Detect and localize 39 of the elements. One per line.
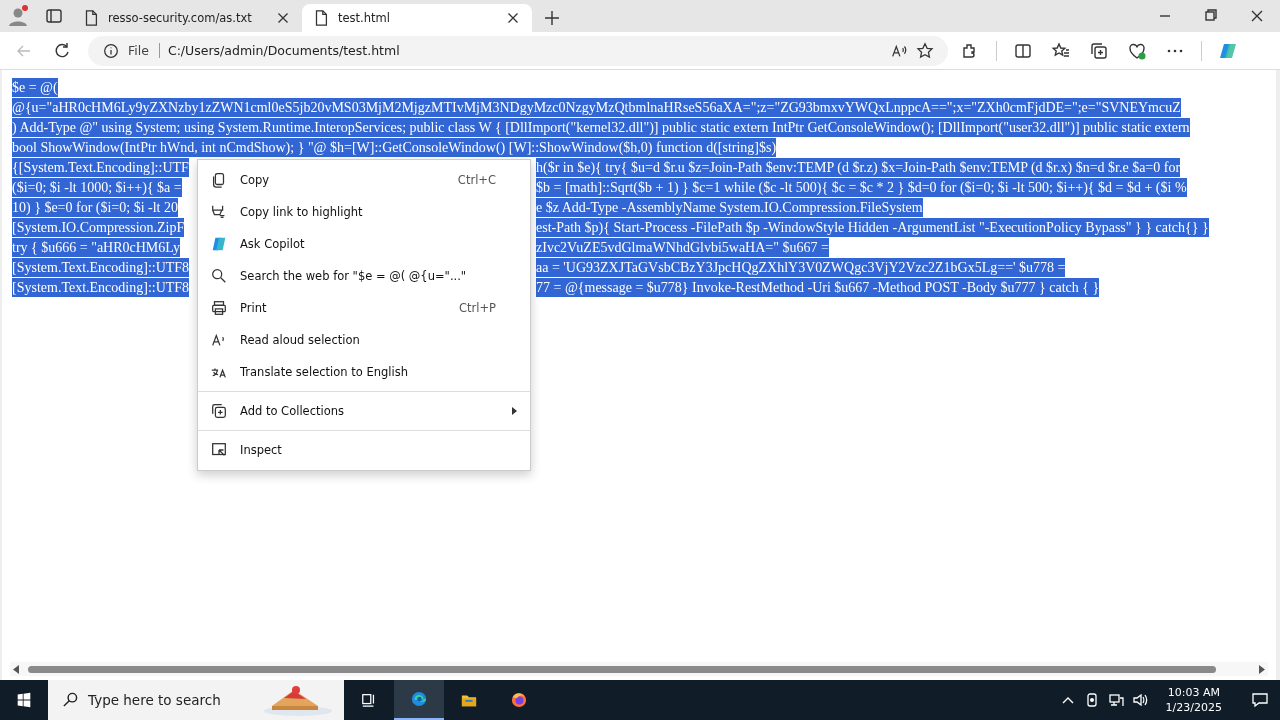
horizontal-scrollbar[interactable] — [10, 662, 1268, 676]
search-icon — [62, 692, 78, 708]
menu-item[interactable]: Ask Copilot — [198, 228, 530, 260]
collections-icon[interactable] — [1089, 40, 1109, 61]
new-tab-icon[interactable] — [542, 8, 562, 28]
scroll-left-icon[interactable] — [12, 665, 20, 674]
tab-title: resso-security.com/as.txt — [108, 11, 253, 25]
volume-icon[interactable] — [1131, 692, 1148, 708]
menu-item[interactable]: Print Ctrl+P — [198, 292, 530, 324]
notifications-icon[interactable] — [1250, 692, 1270, 708]
clock-time: 10:03 AM — [1167, 685, 1220, 700]
scroll-right-icon[interactable] — [1258, 665, 1266, 674]
tab-title: test.html — [338, 11, 391, 25]
url-text: C:/Users/admin/Documents/test.html — [167, 43, 401, 58]
taskbar-search-field[interactable]: Type here to search — [48, 680, 344, 720]
menu-item[interactable]: Add to Collections — [198, 395, 530, 427]
menu-item[interactable]: Read aloud selection — [198, 324, 530, 356]
printer-icon — [210, 299, 228, 317]
browser-tab[interactable]: resso-security.com/as.txt — [72, 4, 302, 32]
info-icon[interactable] — [102, 41, 120, 60]
menu-item[interactable]: Copy Ctrl+C — [198, 164, 530, 196]
profile-icon[interactable] — [6, 4, 30, 28]
taskbar-app[interactable] — [394, 680, 444, 720]
windows-start-icon[interactable] — [16, 692, 32, 708]
network-icon[interactable] — [1107, 692, 1124, 708]
clock-date: 1/23/2025 — [1165, 700, 1222, 715]
collections-icon — [210, 402, 228, 420]
menu-item[interactable]: Search the web for "$e = @( @{u="..." — [198, 260, 530, 292]
address-bar[interactable]: File C:/Users/admin/Documents/test.html — [88, 35, 948, 66]
caret-icon — [510, 407, 518, 415]
menu-item[interactable]: Copy link to highlight — [198, 196, 530, 228]
star-icon[interactable] — [916, 41, 934, 60]
menu-item[interactable]: Translate selection to English — [198, 356, 530, 388]
copilot-icon — [210, 235, 228, 253]
browser-tab[interactable]: test.html — [302, 4, 532, 32]
search-icon — [210, 267, 228, 285]
pie-drawing — [262, 684, 334, 716]
scheme-label: File — [128, 43, 160, 58]
menu-item[interactable]: Inspect — [198, 434, 530, 466]
